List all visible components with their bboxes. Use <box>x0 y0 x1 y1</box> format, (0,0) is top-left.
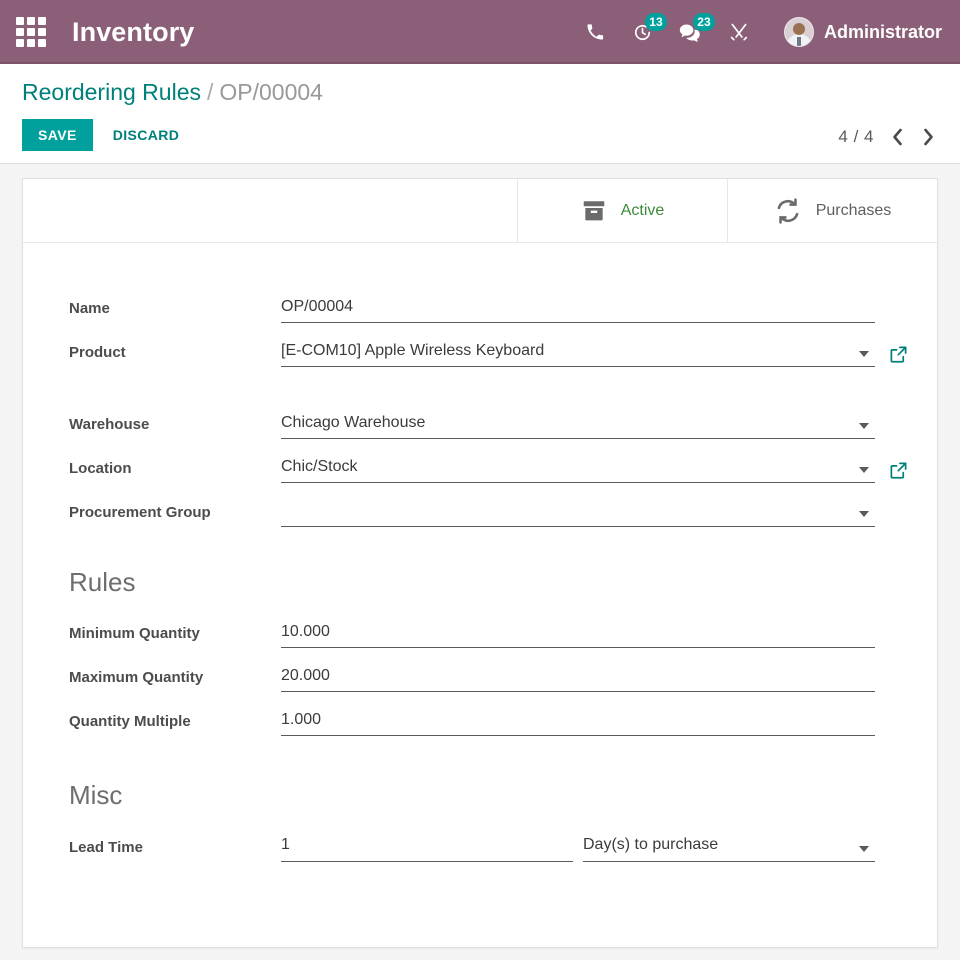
apps-grid-cell <box>27 28 35 36</box>
avatar-face <box>793 23 805 35</box>
field-label-warehouse: Warehouse <box>69 416 281 439</box>
field-label-procurement-group: Procurement Group <box>69 504 281 527</box>
form-sheet: Active Purchases Name OP <box>22 178 938 948</box>
stat-button-active[interactable]: Active <box>517 179 727 242</box>
lead-time-input[interactable]: 1 <box>281 835 573 860</box>
field-row-procurement-group: Procurement Group <box>69 493 937 527</box>
apps-grid-cell <box>16 17 24 25</box>
activities-clock-icon[interactable]: 13 <box>630 17 656 47</box>
navbar-systray: 13 23 Administrator <box>582 17 942 47</box>
top-navbar: Inventory 13 23 <box>0 0 960 64</box>
field-control-lead-time: 1 Day(s) to purchase <box>281 832 875 862</box>
apps-grid-cell <box>27 17 35 25</box>
section-rules: Rules Minimum Quantity 10.000 Maximum Qu… <box>69 567 937 736</box>
breadcrumb-separator: / <box>207 79 213 105</box>
apps-grid-cell <box>27 39 35 47</box>
control-panel: Reordering Rules/OP/00004 SAVE DISCARD 4… <box>0 64 960 164</box>
apps-grid-cell <box>38 17 46 25</box>
chevron-down-icon[interactable] <box>859 467 869 473</box>
lead-time-unit-control[interactable]: Day(s) to purchase <box>583 832 875 862</box>
maximum-quantity-input[interactable]: 20.000 <box>281 666 875 691</box>
section-title-misc: Misc <box>69 780 937 811</box>
field-label-quantity-multiple: Quantity Multiple <box>69 713 281 736</box>
form-body: Name OP/00004 Product [E-COM10] Apple Wi… <box>23 243 937 861</box>
field-label-maximum-quantity: Maximum Quantity <box>69 669 281 692</box>
field-row-warehouse: Warehouse Chicago Warehouse <box>69 405 937 439</box>
chevron-right-icon[interactable] <box>921 127 936 147</box>
field-control-maximum-quantity[interactable]: 20.000 <box>281 662 875 692</box>
breadcrumb: Reordering Rules/OP/00004 <box>22 80 938 105</box>
refresh-cycle-icon <box>774 197 802 225</box>
field-row-minimum-quantity: Minimum Quantity 10.000 <box>69 614 937 648</box>
field-label-lead-time: Lead Time <box>69 839 281 862</box>
breadcrumb-item-reordering-rules[interactable]: Reordering Rules <box>22 79 201 105</box>
name-input[interactable]: OP/00004 <box>281 297 875 322</box>
external-link-icon-location[interactable] <box>889 461 908 483</box>
warehouse-input[interactable]: Chicago Warehouse <box>281 413 875 438</box>
pager-count-label: 4 / 4 <box>838 127 874 147</box>
field-row-product: Product [E-COM10] Apple Wireless Keyboar… <box>69 333 937 367</box>
apps-grid-cell <box>16 39 24 47</box>
stat-button-purchases-label: Purchases <box>816 202 892 220</box>
external-link-icon-product[interactable] <box>889 345 908 367</box>
field-control-procurement-group[interactable] <box>281 497 875 527</box>
field-row-lead-time: Lead Time 1 Day(s) to purchase <box>69 828 937 862</box>
section-title-rules: Rules <box>69 567 937 598</box>
lead-time-unit-select[interactable]: Day(s) to purchase <box>583 835 875 860</box>
stat-button-box: Active Purchases <box>23 179 937 243</box>
content-area: Active Purchases Name OP <box>0 164 960 948</box>
field-label-name: Name <box>69 300 281 323</box>
messages-chat-icon[interactable]: 23 <box>678 17 704 47</box>
quantity-multiple-input[interactable]: 1.000 <box>281 710 875 735</box>
field-row-location: Location Chic/Stock <box>69 449 937 483</box>
record-pager: 4 / 4 <box>838 127 936 147</box>
archive-box-icon <box>581 198 607 224</box>
location-input[interactable]: Chic/Stock <box>281 457 875 482</box>
field-control-warehouse[interactable]: Chicago Warehouse <box>281 409 875 439</box>
chevron-down-icon[interactable] <box>859 846 869 852</box>
field-control-quantity-multiple[interactable]: 1.000 <box>281 706 875 736</box>
discard-button[interactable]: DISCARD <box>107 119 186 151</box>
messages-counter-badge: 23 <box>693 13 715 31</box>
field-label-minimum-quantity: Minimum Quantity <box>69 625 281 648</box>
chevron-down-icon[interactable] <box>859 423 869 429</box>
save-button[interactable]: SAVE <box>22 119 93 151</box>
field-control-minimum-quantity[interactable]: 10.000 <box>281 618 875 648</box>
avatar <box>784 17 814 47</box>
apps-grid-cell <box>38 28 46 36</box>
field-row-quantity-multiple: Quantity Multiple 1.000 <box>69 702 937 736</box>
field-row-name: Name OP/00004 <box>69 289 937 323</box>
product-input[interactable]: [E-COM10] Apple Wireless Keyboard <box>281 341 875 366</box>
user-name-label: Administrator <box>824 22 942 43</box>
chevron-down-icon[interactable] <box>859 351 869 357</box>
section-misc: Misc Lead Time 1 Day(s) to purchase <box>69 780 937 861</box>
field-row-maximum-quantity: Maximum Quantity 20.000 <box>69 658 937 692</box>
field-control-name[interactable]: OP/00004 <box>281 293 875 323</box>
stat-button-active-label: Active <box>621 202 665 220</box>
field-control-product[interactable]: [E-COM10] Apple Wireless Keyboard <box>281 337 875 367</box>
lead-time-number-control[interactable]: 1 <box>281 832 573 862</box>
stat-button-purchases[interactable]: Purchases <box>727 179 937 242</box>
apps-grid-cell <box>16 28 24 36</box>
avatar-tie <box>797 37 801 46</box>
field-label-location: Location <box>69 460 281 483</box>
chevron-down-icon[interactable] <box>859 511 869 517</box>
activities-counter-badge: 13 <box>645 13 667 31</box>
control-panel-buttons: SAVE DISCARD <box>22 119 938 151</box>
field-label-product: Product <box>69 344 281 367</box>
apps-grid-icon[interactable] <box>14 15 48 49</box>
app-name-inventory[interactable]: Inventory <box>72 17 194 48</box>
tools-icon[interactable] <box>726 17 752 47</box>
field-control-location[interactable]: Chic/Stock <box>281 453 875 483</box>
phone-icon[interactable] <box>582 17 608 47</box>
apps-grid-cell <box>38 39 46 47</box>
breadcrumb-item-current: OP/00004 <box>219 79 323 105</box>
user-menu[interactable]: Administrator <box>784 17 942 47</box>
procurement-group-input[interactable] <box>281 520 875 526</box>
minimum-quantity-input[interactable]: 10.000 <box>281 622 875 647</box>
chevron-left-icon[interactable] <box>890 127 905 147</box>
